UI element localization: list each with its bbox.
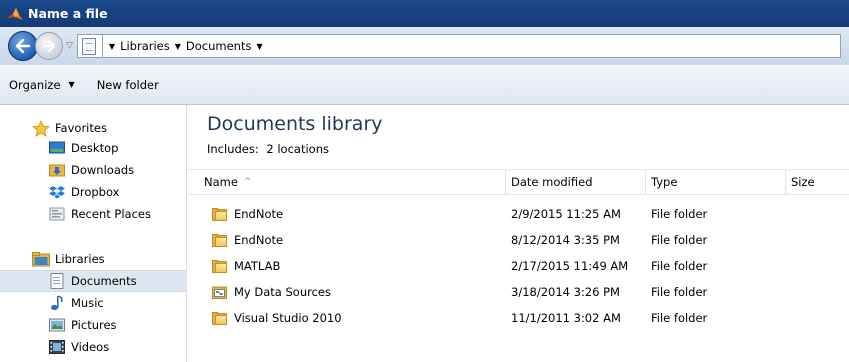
nav-item-music[interactable]: Music [0, 292, 187, 314]
back-arrow-icon [15, 39, 31, 53]
music-icon [48, 295, 66, 311]
desktop-icon [48, 140, 66, 156]
file-name: My Data Sources [234, 285, 331, 299]
nav-item-label: Recent Places [71, 207, 151, 221]
breadcrumb-label: Documents [185, 39, 252, 53]
nav-item-desktop[interactable]: Desktop [0, 137, 187, 159]
nav-item-label: Desktop [71, 141, 119, 155]
chevron-down-icon[interactable]: ▼ [175, 42, 181, 51]
folder-icon [212, 207, 228, 221]
folder-icon [212, 259, 228, 273]
nav-favorites-label: Favorites [55, 121, 107, 135]
nav-item-pictures[interactable]: Pictures [0, 314, 187, 336]
libraries-icon [32, 251, 50, 267]
back-button[interactable] [8, 31, 38, 61]
file-date: 3/18/2014 3:26 PM [511, 285, 620, 299]
new-folder-button[interactable]: New folder [97, 78, 159, 92]
file-type: File folder [651, 233, 708, 247]
sort-ascending-icon: ^ [243, 177, 252, 187]
chevron-down-icon[interactable]: ▼ [256, 42, 262, 51]
new-folder-label: New folder [96, 77, 159, 92]
nav-item-label: Dropbox [71, 185, 120, 199]
file-row[interactable]: My Data Sources 3/18/2014 3:26 PM File f… [188, 281, 849, 303]
breadcrumb-documents[interactable]: ▼ Documents [175, 39, 252, 53]
videos-icon [48, 339, 66, 355]
column-header-name[interactable]: Name ^ [188, 170, 506, 194]
matlab-icon [6, 6, 24, 22]
column-headers: Name ^ Date modified Type Size [188, 169, 849, 195]
address-separator [101, 34, 103, 58]
forward-arrow-icon [43, 40, 55, 52]
nav-item-label: Pictures [71, 318, 117, 332]
file-list-pane: Documents library Includes: 2 locations … [188, 105, 849, 362]
library-includes: Includes: 2 locations [207, 142, 329, 156]
star-icon [32, 119, 50, 137]
forward-button[interactable] [35, 32, 63, 60]
nav-libraries[interactable]: Libraries [0, 248, 187, 270]
organize-label: Organize [9, 77, 61, 92]
document-page-icon [81, 37, 96, 55]
library-title: Documents library [207, 113, 383, 135]
nav-item-label: Videos [71, 340, 110, 354]
includes-locations-link[interactable]: 2 locations [266, 142, 329, 156]
column-header-size[interactable]: Size [786, 170, 849, 194]
file-date: 2/9/2015 11:25 AM [511, 207, 621, 221]
chevron-down-icon[interactable]: ▼ [109, 42, 115, 51]
file-row[interactable]: Visual Studio 2010 11/1/2011 3:02 AM Fil… [188, 307, 849, 329]
nav-item-recent-places[interactable]: Recent Places [0, 203, 187, 225]
chevron-down-icon: ▼ [68, 80, 75, 89]
file-name: EndNote [234, 233, 284, 247]
file-name: MATLAB [234, 259, 281, 273]
file-date: 11/1/2011 3:02 AM [511, 311, 621, 325]
history-dropdown-icon[interactable]: ▽ [66, 41, 73, 51]
command-toolbar: Organize ▼ New folder [0, 65, 849, 105]
documents-icon [48, 273, 66, 289]
file-row[interactable]: EndNote 8/12/2014 3:35 PM File folder [188, 229, 849, 251]
file-type: File folder [651, 207, 708, 221]
nav-item-dropbox[interactable]: Dropbox [0, 181, 187, 203]
nav-item-label: Music [71, 296, 104, 310]
file-date: 2/17/2015 11:49 AM [511, 259, 629, 273]
file-type: File folder [651, 311, 708, 325]
recent-places-icon [48, 206, 66, 222]
address-bar-area: ▽ ▼ Libraries ▼ Documents ▼ [0, 27, 849, 65]
folder-icon [212, 311, 228, 325]
file-name: EndNote [234, 207, 284, 221]
file-row[interactable]: EndNote 2/9/2015 11:25 AM File folder [188, 203, 849, 225]
nav-item-label: Documents [71, 274, 137, 288]
breadcrumb-expand[interactable]: ▼ [256, 42, 267, 51]
dropbox-icon [48, 184, 66, 200]
nav-item-downloads[interactable]: Downloads [0, 159, 187, 181]
column-header-label: Type [651, 175, 678, 189]
nav-item-documents[interactable]: Documents [0, 270, 187, 292]
title-bar: Name a file [0, 0, 849, 27]
address-box[interactable]: ▼ Libraries ▼ Documents ▼ [76, 34, 841, 58]
column-header-date-modified[interactable]: Date modified [506, 170, 646, 194]
nav-item-videos[interactable]: Videos [0, 336, 187, 358]
file-type: File folder [651, 259, 708, 273]
column-header-label: Name [204, 175, 238, 189]
navigation-pane: Favorites Desktop Downloads Dropbox Rece… [0, 105, 187, 362]
breadcrumb-libraries[interactable]: ▼ Libraries [109, 39, 170, 53]
file-type: File folder [651, 285, 708, 299]
organize-button[interactable]: Organize ▼ [9, 78, 75, 92]
column-header-label: Size [791, 175, 815, 189]
column-header-label: Date modified [511, 175, 593, 189]
file-row[interactable]: MATLAB 2/17/2015 11:49 AM File folder [188, 255, 849, 277]
file-name: Visual Studio 2010 [234, 311, 342, 325]
nav-item-label: Downloads [71, 163, 135, 177]
nav-favorites[interactable]: Favorites [0, 117, 187, 139]
file-date: 8/12/2014 3:35 PM [511, 233, 620, 247]
downloads-icon [48, 162, 66, 178]
includes-label: Includes: [207, 142, 259, 156]
column-header-type[interactable]: Type [646, 170, 786, 194]
window-title: Name a file [28, 6, 108, 21]
breadcrumb-label: Libraries [120, 39, 170, 53]
folder-icon [212, 233, 228, 247]
data-sources-folder-icon [212, 285, 228, 299]
nav-libraries-label: Libraries [55, 252, 105, 266]
pictures-icon [48, 317, 66, 333]
